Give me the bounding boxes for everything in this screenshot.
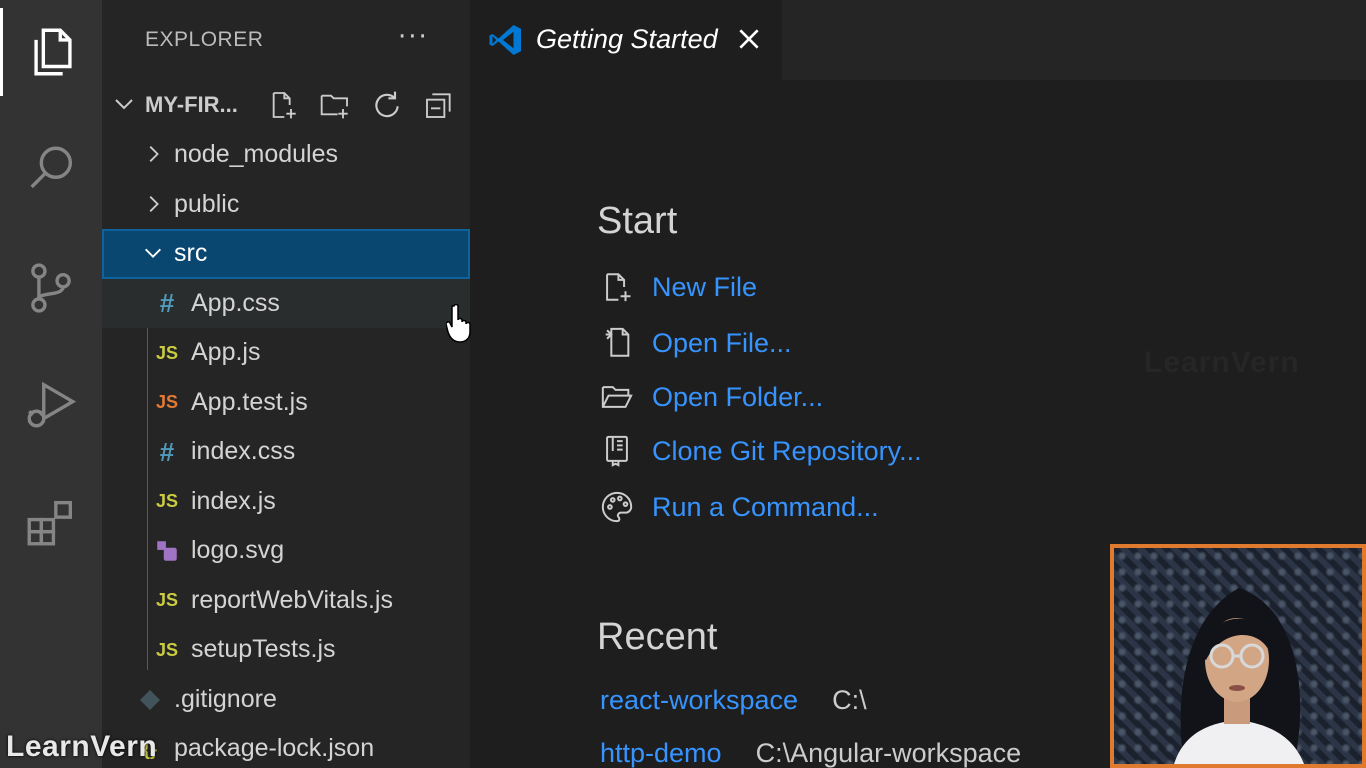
new-file-icon	[272, 92, 296, 119]
tree-item-label: src	[174, 239, 208, 268]
tree-item-label: node_modules	[174, 140, 339, 169]
explorer-title: EXPLORER	[145, 28, 264, 51]
start-heading: Start	[597, 200, 678, 242]
recent-item: react-workspace C:\	[600, 680, 867, 720]
tree-item-index-js[interactable]: JS index.js	[102, 477, 470, 527]
start-item-label: Run a Command...	[652, 491, 879, 522]
watermark-logo: LearnVern	[6, 730, 158, 763]
css-file-icon: #	[159, 288, 175, 318]
explorer-sidebar: EXPLORER ··· MY-FIR... node_modules publ…	[102, 0, 470, 768]
recent-item-link[interactable]: http-demo	[600, 738, 722, 768]
tree-item-label: reportWebVitals.js	[191, 585, 393, 614]
start-run-command[interactable]: Run a Command...	[600, 485, 879, 529]
activity-explorer[interactable]	[0, 8, 102, 96]
tree-item-label: .gitignore	[174, 684, 277, 713]
js-file-icon: JS	[155, 639, 179, 660]
activity-extensions[interactable]	[0, 478, 102, 566]
start-item-label: Open File...	[652, 327, 792, 358]
project-actions	[266, 88, 456, 122]
tree-item-gitignore[interactable]: .gitignore	[102, 675, 470, 725]
start-item-label: New File	[652, 271, 758, 302]
presenter-image	[1174, 588, 1304, 764]
tab-bar: Getting Started	[470, 0, 1366, 80]
open-folder-icon	[601, 386, 633, 408]
clone-repo-icon	[606, 435, 628, 467]
js-file-icon: JS	[155, 342, 179, 363]
chevron-right-icon	[149, 195, 159, 212]
tree-item-label: App.css	[191, 288, 280, 317]
run-debug-icon	[27, 381, 77, 428]
js-file-icon: JS	[155, 491, 179, 511]
recent-heading: Recent	[597, 616, 718, 658]
css-file-icon: #	[159, 436, 175, 467]
tree-item-setup-tests-js[interactable]: JS setupTests.js	[102, 625, 470, 675]
tree-item-label: logo.svg	[191, 536, 285, 565]
chevron-right-icon	[149, 146, 159, 162]
files-icon	[33, 28, 72, 76]
chevron-down-icon	[115, 99, 133, 110]
svg-file-icon	[153, 537, 181, 565]
open-file-icon	[605, 327, 630, 357]
recent-item: http-demo C:\Angular-workspace	[600, 733, 1021, 768]
refresh-icon	[375, 91, 399, 118]
tree-item-label: public	[174, 189, 240, 218]
start-new-file[interactable]: New File	[600, 265, 757, 309]
activity-run-debug[interactable]	[0, 360, 102, 448]
more-actions-button[interactable]: ···	[398, 22, 429, 52]
start-open-folder[interactable]: Open Folder...	[600, 375, 823, 419]
watermark: LearnVern	[1144, 346, 1300, 379]
tree-item-node-modules[interactable]: node_modules	[102, 130, 470, 180]
start-clone-repo[interactable]: Clone Git Repository...	[600, 429, 922, 473]
tree-item-index-css[interactable]: # index.css	[102, 427, 470, 477]
recent-item-path: C:\Angular-workspace	[755, 737, 1022, 768]
tree-item-label: package-lock.json	[174, 734, 375, 763]
new-file-button[interactable]	[266, 88, 300, 122]
collapse-all-icon	[426, 93, 451, 118]
activity-bar	[0, 0, 102, 768]
webcam-overlay	[1110, 544, 1366, 768]
tree-item-app-css[interactable]: # App.css	[102, 278, 470, 328]
tab-title: Getting Started	[536, 24, 718, 54]
activity-source-control[interactable]	[0, 244, 102, 332]
new-folder-button[interactable]	[318, 88, 352, 122]
file-tree: node_modules public src # App.css JS App…	[102, 130, 470, 768]
git-file-icon	[136, 686, 164, 714]
source-control-icon	[31, 263, 71, 313]
new-file-icon	[606, 273, 631, 302]
js-test-file-icon: JS	[155, 392, 179, 412]
start-open-file[interactable]: Open File...	[600, 321, 792, 365]
search-icon	[30, 146, 73, 189]
run-command-icon	[601, 491, 633, 523]
tab-getting-started[interactable]: Getting Started	[470, 0, 782, 80]
tree-item-report-web-vitals-js[interactable]: JS reportWebVitals.js	[102, 576, 470, 626]
extensions-icon	[27, 500, 73, 546]
tree-item-app-test-js[interactable]: JS App.test.js	[102, 378, 470, 428]
tree-item-src[interactable]: src	[102, 229, 470, 279]
collapse-all-button[interactable]	[422, 88, 456, 122]
recent-item-path: C:\	[832, 684, 867, 715]
tree-item-label: setupTests.js	[191, 635, 336, 664]
tree-item-label: App.test.js	[191, 387, 308, 416]
refresh-button[interactable]	[370, 88, 404, 122]
tree-item-app-js[interactable]: JS App.js	[102, 328, 470, 378]
tree-item-logo-svg[interactable]: logo.svg	[102, 526, 470, 576]
explorer-header: EXPLORER ···	[102, 0, 470, 80]
js-file-icon: JS	[155, 590, 179, 610]
tree-item-label: index.js	[191, 486, 276, 515]
start-item-label: Clone Git Repository...	[652, 435, 922, 466]
project-name: MY-FIR...	[145, 92, 238, 117]
project-header[interactable]: MY-FIR...	[102, 80, 470, 130]
new-folder-icon	[320, 94, 348, 119]
tree-item-public[interactable]: public	[102, 180, 470, 230]
vscode-logo-icon	[489, 25, 521, 55]
tree-item-label: App.js	[191, 338, 261, 367]
start-item-label: Open Folder...	[652, 381, 824, 412]
hand-cursor-icon	[446, 303, 471, 343]
chevron-down-icon	[145, 248, 161, 258]
close-icon[interactable]	[736, 26, 762, 52]
tree-item-label: index.css	[191, 437, 296, 466]
recent-item-link[interactable]: react-workspace	[600, 685, 798, 716]
activity-search[interactable]	[0, 126, 102, 214]
